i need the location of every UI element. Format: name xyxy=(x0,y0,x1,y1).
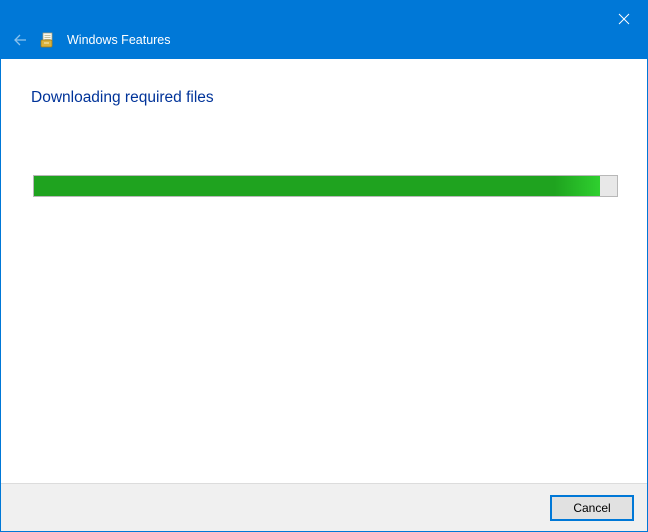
content-area: Downloading required files xyxy=(1,59,647,483)
cancel-button[interactable]: Cancel xyxy=(551,496,633,520)
close-icon xyxy=(618,13,630,25)
button-bar: Cancel xyxy=(1,483,647,531)
page-heading: Downloading required files xyxy=(31,89,617,107)
titlebar-content: Windows Features xyxy=(11,31,171,49)
progress-fill xyxy=(34,176,600,196)
dialog-window: Windows Features Downloading required fi… xyxy=(0,0,648,532)
windows-features-icon xyxy=(39,31,57,49)
progress-bar xyxy=(33,175,618,197)
back-button xyxy=(11,31,29,49)
back-arrow-icon xyxy=(12,32,28,48)
close-button[interactable] xyxy=(601,5,647,33)
titlebar: Windows Features xyxy=(1,1,647,59)
app-title: Windows Features xyxy=(67,33,171,47)
